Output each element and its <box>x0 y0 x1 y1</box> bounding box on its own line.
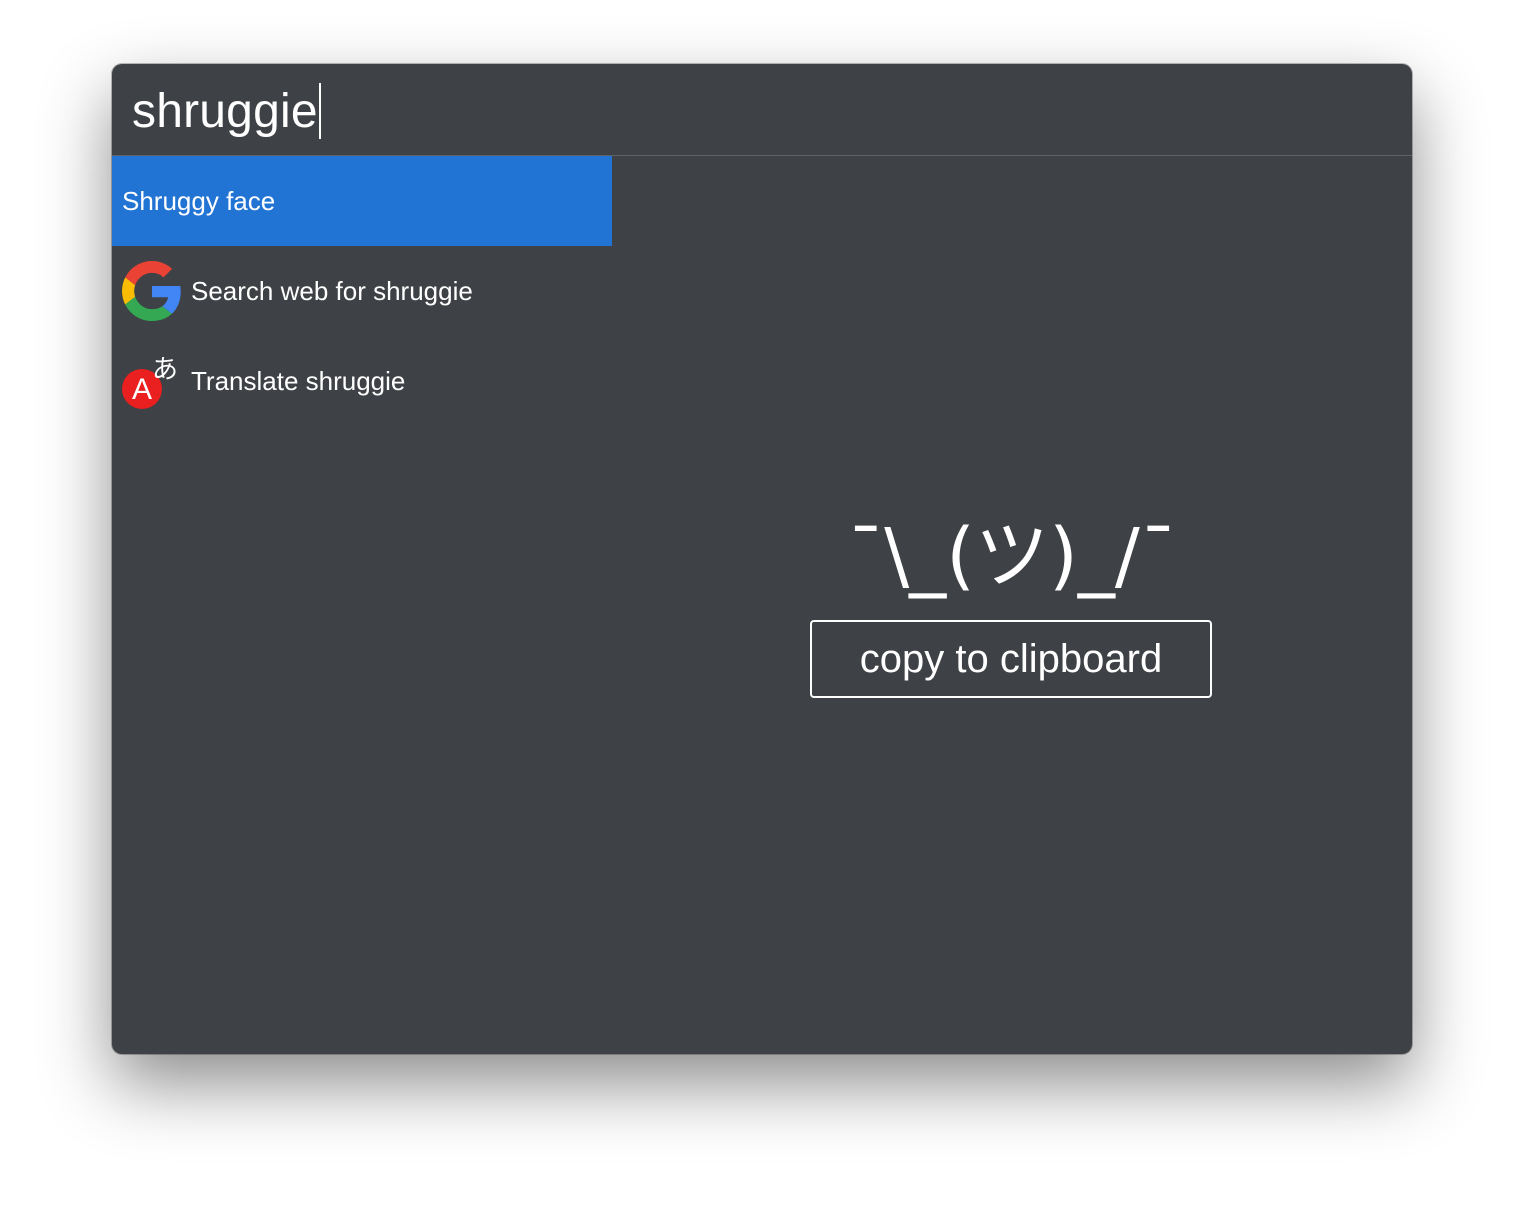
result-label: Shruggy face <box>122 185 276 216</box>
translate-icon: A あ <box>122 351 182 411</box>
search-input-text: shruggie <box>132 84 318 138</box>
result-label: Search web for shruggie <box>191 275 473 306</box>
launcher-window: shruggie Shruggy face Search web for shr… <box>112 64 1412 1054</box>
results-list: Shruggy face Search web for shruggie A あ… <box>112 156 612 426</box>
result-translate[interactable]: A あ Translate shruggie <box>112 336 612 426</box>
shrug-emoticon: ¯\_(ツ)_/¯ <box>847 513 1177 599</box>
search-bar: shruggie <box>112 64 1412 156</box>
text-caret <box>318 83 321 139</box>
preview-pane: ¯\_(ツ)_/¯ copy to clipboard <box>612 156 1412 1054</box>
google-icon <box>122 261 182 321</box>
copy-to-clipboard-button[interactable]: copy to clipboard <box>810 620 1212 698</box>
result-search-web[interactable]: Search web for shruggie <box>112 246 612 336</box>
result-label: Translate shruggie <box>191 365 406 396</box>
search-input[interactable]: shruggie <box>132 82 321 140</box>
result-shruggy-face[interactable]: Shruggy face <box>112 156 612 246</box>
translate-kana: あ <box>152 355 179 385</box>
